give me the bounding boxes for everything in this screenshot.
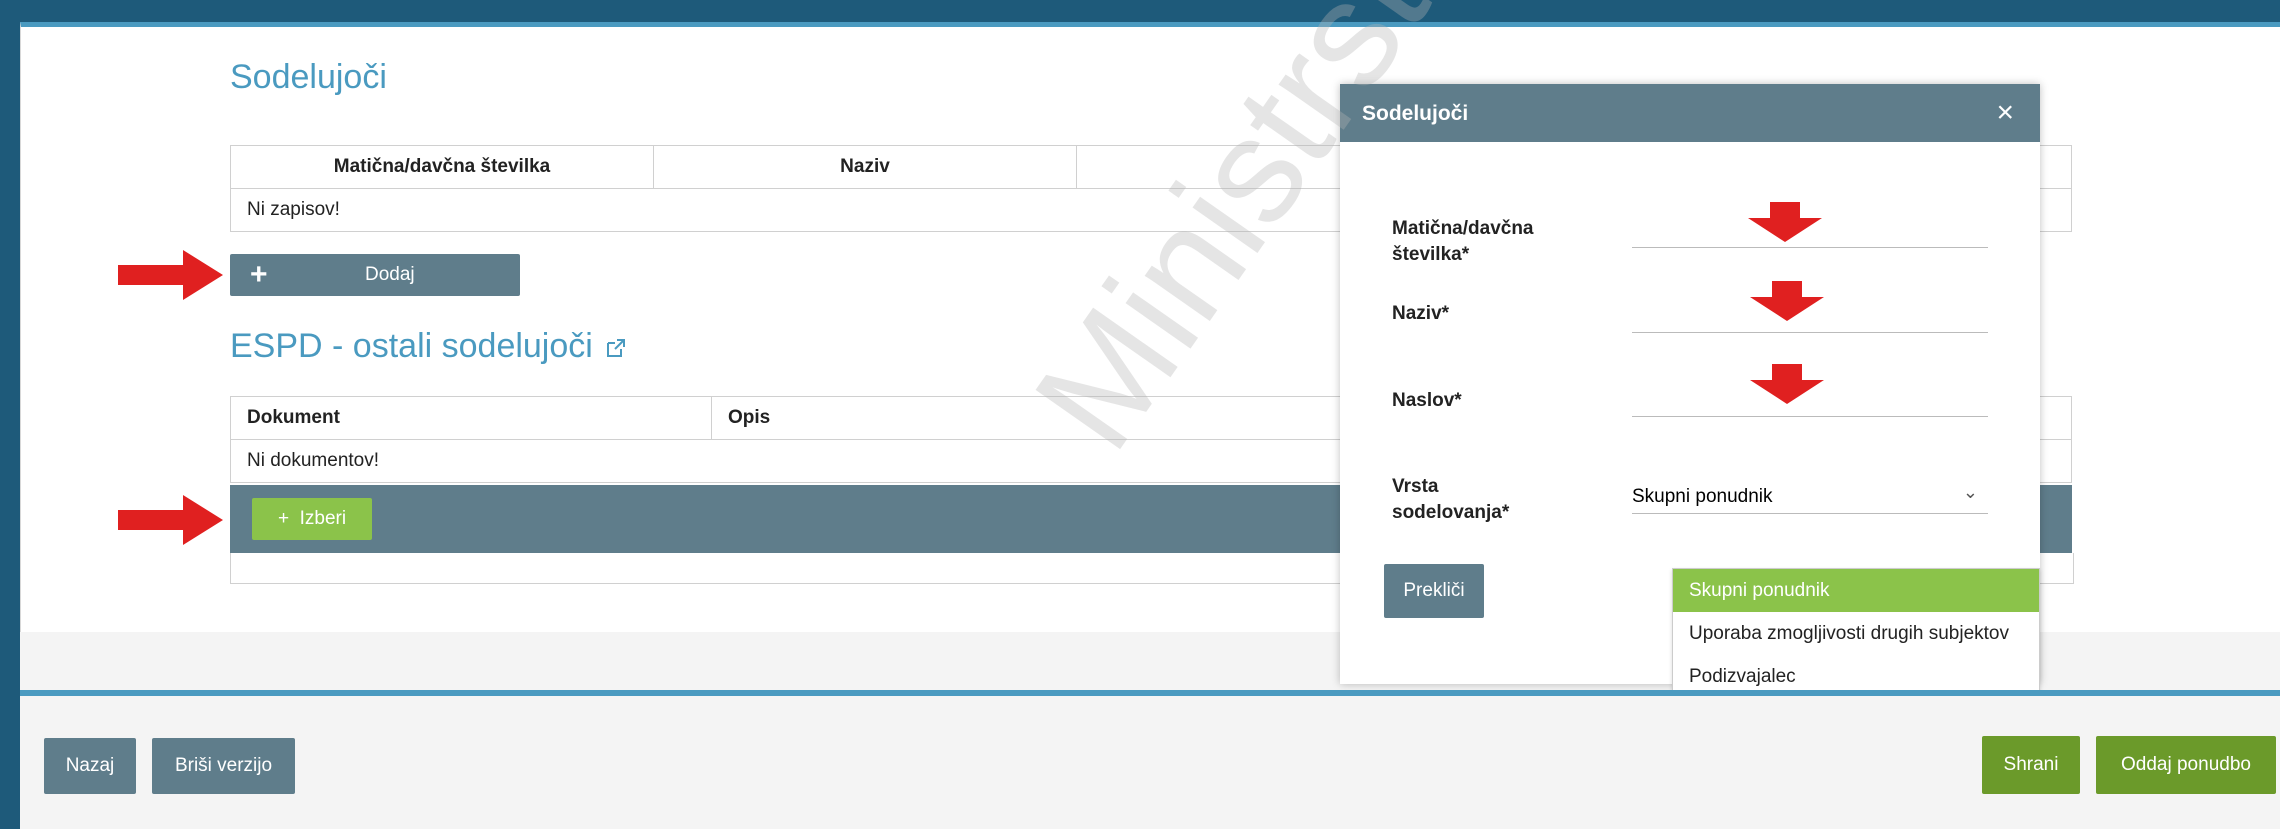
column-header-name: Naziv (653, 145, 1077, 189)
tax-number-input[interactable] (1632, 247, 1988, 248)
back-button[interactable]: Nazaj (44, 738, 136, 794)
address-input[interactable] (1632, 416, 1988, 417)
field-label-name: Naziv* (1392, 303, 1450, 324)
red-arrow-down-icon (1750, 364, 1824, 404)
red-arrow-right-icon (118, 250, 223, 300)
modal-title: Sodelujoči (1362, 102, 1469, 125)
external-link-icon[interactable] (605, 337, 627, 359)
espd-title-text: ESPD - ostali sodelujoči (230, 327, 593, 365)
chevron-down-icon: ⌄ (1962, 482, 1978, 502)
name-input[interactable] (1632, 332, 1988, 333)
modal-header: Sodelujoči × (1340, 84, 2040, 142)
section-title-espd: ESPD - ostali sodelujoči (230, 327, 627, 366)
red-arrow-right-icon (118, 495, 223, 545)
plus-icon: + (277, 508, 300, 529)
add-participant-button[interactable]: + Dodaj (230, 254, 520, 296)
column-header-tax-number: Matična/davčna številka (230, 145, 654, 189)
section-title-participants: Sodelujoči (230, 58, 387, 96)
field-label-tax-number: Matična/davčna številka* (1392, 218, 1534, 265)
option-capacity-of-other-entities[interactable]: Uporaba zmogljivosti drugih subjektov (1673, 612, 2039, 655)
participation-type-dropdown: Skupni ponudnik Uporaba zmogljivosti dru… (1672, 568, 2040, 700)
cancel-button[interactable]: Prekliči (1384, 564, 1484, 618)
field-label-address: Naslov* (1392, 390, 1462, 411)
red-arrow-down-icon (1748, 202, 1822, 242)
select-value: Skupni ponudnik (1632, 485, 1773, 507)
top-bar (0, 0, 2280, 22)
participation-type-select[interactable]: Skupni ponudnik ⌄ (1632, 480, 1988, 514)
field-label-participation-type: Vrsta sodelovanja* (1392, 476, 1510, 523)
select-document-button[interactable]: + Izberi (252, 498, 372, 540)
left-strip (0, 632, 20, 823)
add-button-label: Dodaj (365, 264, 415, 285)
submit-offer-button[interactable]: Oddaj ponudbo (2096, 736, 2276, 794)
delete-version-button[interactable]: Briši verzijo (152, 738, 295, 794)
red-arrow-down-icon (1750, 281, 1824, 321)
close-icon[interactable]: × (1990, 95, 2020, 131)
select-button-label: Izberi (299, 508, 347, 529)
footer-bar (20, 690, 2280, 829)
plus-icon: + (250, 258, 268, 291)
column-header-document: Dokument (230, 396, 712, 440)
option-joint-bidder[interactable]: Skupni ponudnik (1673, 569, 2039, 612)
save-button[interactable]: Shrani (1982, 736, 2080, 794)
